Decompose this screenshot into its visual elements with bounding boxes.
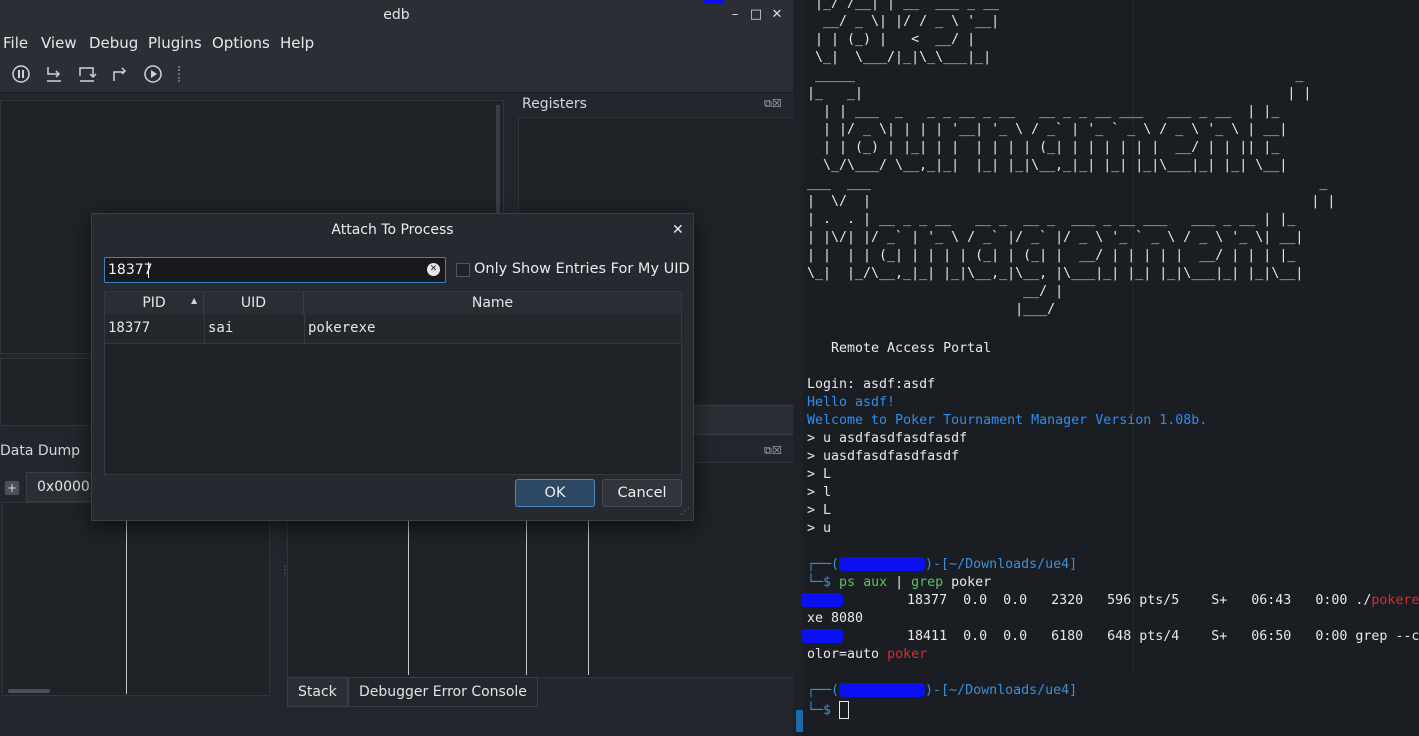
menu-file[interactable]: File [3,30,28,56]
cancel-button[interactable]: Cancel [602,479,682,507]
welcome-line: Welcome to Poker Tournament Manager Vers… [807,413,1208,428]
portal-line: Remote Access Portal [807,341,992,356]
redaction-mark [703,0,723,4]
menu-debug[interactable]: Debug [89,30,138,56]
column-header-uid[interactable]: UID [204,292,304,314]
ascii-banner: |_/ /__| | __ ___ _ __ __/ _ \| |/ / _ \… [807,0,1336,317]
ok-button[interactable]: OK [515,479,595,507]
terminal-scroll-indicator[interactable] [796,710,803,732]
run-icon[interactable] [143,64,163,84]
dialog-close-icon[interactable]: ✕ [672,222,684,238]
dump-scrollbar[interactable] [8,689,50,693]
dump-column-divider [126,502,127,694]
sort-ascending-icon: ▲ [191,296,198,305]
minimize-icon[interactable]: – [726,6,744,24]
menu-help[interactable]: Help [280,30,314,56]
menu-options[interactable]: Options [212,30,270,56]
command-line: > L [807,467,832,482]
pid-header-label: PID [142,295,166,311]
pause-icon[interactable] [11,64,31,84]
process-filter-input[interactable]: 18377 ✕ [104,257,446,283]
command-line: > uasdfasdfasdfasdf [807,449,960,464]
step-over-icon[interactable] [77,64,97,84]
text-cursor [148,262,149,278]
prompt-line: ┌──()-[~/Downloads/ue4] [807,557,1078,572]
process-table: PID ▲ UID Name 18377 sai pokerexe [104,291,682,475]
command-line: > u [807,521,832,536]
data-dump-panel[interactable] [2,502,270,696]
prompt-command-line: └─$ [807,701,850,719]
process-filter-value: 18377 [108,262,153,278]
menu-view[interactable]: View [41,30,77,56]
menu-bar: File View Debug Plugins Options Help [0,30,793,56]
terminal-left-border [793,0,803,736]
data-dump-title: Data Dump [0,443,81,459]
stack-dock-icons[interactable]: ⧉☒ [764,444,782,458]
close-icon[interactable]: ✕ [768,6,786,24]
my-uid-checkbox[interactable] [456,263,470,277]
cell-name[interactable]: pokerexe [305,314,681,344]
ps-output-line: olor=auto poker [807,647,928,662]
ps-output-line: xe 8080 [807,611,864,626]
prompt-command-line: └─$ ps aux | grep poker [807,575,992,590]
resize-grip-icon[interactable]: ⋰ [680,506,690,517]
login-line: Login: asdf:asdf [807,377,936,392]
ps-output-line: 18377 0.0 0.0 2320 596 pts/5 S+ 06:43 0:… [801,593,1419,608]
toolbar-grip [178,66,184,82]
terminal-window[interactable]: |_/ /__| | __ ___ _ __ __/ _ \| |/ / _ \… [793,0,1419,736]
dialog-title: Attach To Process [92,214,693,247]
terminal-cursor [839,701,850,719]
splitter-handle[interactable]: ⋮ [280,565,290,576]
stack-column-divider [526,517,527,675]
step-into-icon[interactable] [44,64,64,84]
attach-to-process-dialog: Attach To Process ✕ 18377 ✕ Only Show En… [91,213,694,521]
tab-stack[interactable]: Stack [287,677,348,707]
column-header-name[interactable]: Name [304,292,681,314]
step-out-icon[interactable] [110,64,130,84]
hello-line: Hello asdf! [807,395,896,410]
menu-plugins[interactable]: Plugins [148,30,202,56]
stack-column-divider [408,517,409,675]
dock-float-close-icon[interactable]: ⧉☒ [764,97,782,111]
registers-title: Registers [522,96,587,112]
add-tab-icon[interactable]: + [5,481,19,495]
stack-column-divider [588,517,589,675]
command-line: > u asdfasdfasdfasdf [807,431,968,446]
ps-output-line: 18411 0.0 0.0 6180 648 pts/4 S+ 06:50 0:… [801,629,1419,644]
command-line: > l [807,485,832,500]
column-header-pid[interactable]: PID [105,292,204,314]
cell-uid[interactable]: sai [205,314,305,344]
maximize-icon[interactable]: □ [747,6,765,24]
prompt-line: ┌──()-[~/Downloads/ue4] [807,683,1078,698]
command-line: > L [807,503,832,518]
toolbar [0,56,793,93]
my-uid-checkbox-label[interactable]: Only Show Entries For My UID [474,257,690,281]
window-title: edb [383,7,410,23]
clear-icon[interactable]: ✕ [427,263,440,276]
edb-titlebar: edb – □ ✕ [0,0,793,30]
cell-pid[interactable]: 18377 [105,314,205,344]
tab-debugger-error-console[interactable]: Debugger Error Console [348,677,538,707]
